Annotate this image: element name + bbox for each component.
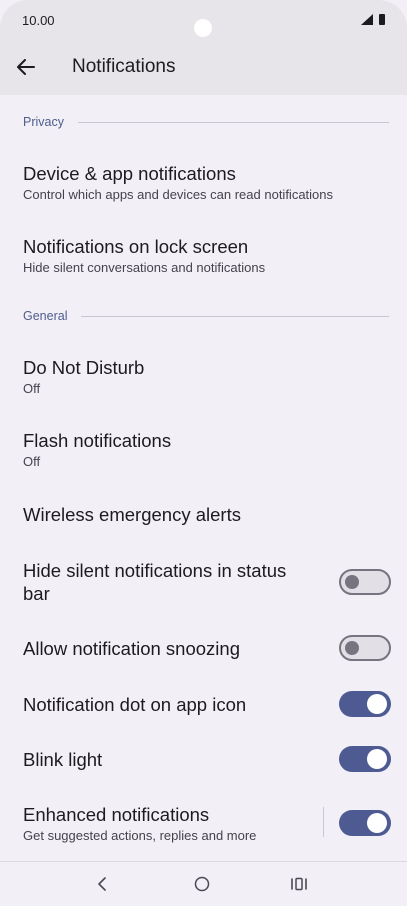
battery-icon bbox=[379, 14, 385, 25]
navigation-bar bbox=[0, 861, 407, 906]
item-title: Do Not Disturb bbox=[23, 357, 145, 378]
recents-icon bbox=[291, 877, 307, 891]
wireless-emergency-alerts-item[interactable]: Wireless emergency alerts bbox=[0, 493, 407, 538]
status-time: 10.00 bbox=[22, 13, 55, 28]
toggle-knob bbox=[367, 749, 387, 769]
item-title: Allow notification snoozing bbox=[23, 638, 240, 659]
chevron-left-icon bbox=[98, 877, 106, 891]
do-not-disturb-item[interactable]: Do Not Disturb Off bbox=[0, 345, 407, 407]
divider bbox=[81, 315, 389, 317]
divider bbox=[77, 121, 389, 123]
phone-screen: 10.00 Notifications Privacy Device & app… bbox=[0, 0, 407, 906]
signal-icon bbox=[361, 14, 373, 25]
item-subtitle: Off bbox=[23, 381, 41, 396]
vertical-divider bbox=[323, 807, 324, 837]
section-label: General bbox=[23, 309, 68, 323]
toggle-knob bbox=[345, 641, 359, 655]
item-title: Enhanced notifications bbox=[23, 804, 210, 825]
notification-dot-toggle[interactable] bbox=[339, 691, 391, 717]
blink-light-toggle[interactable] bbox=[339, 746, 391, 772]
item-title: Wireless emergency alerts bbox=[23, 504, 241, 525]
item-title: Flash notifications bbox=[23, 430, 172, 451]
nav-recents-button[interactable] bbox=[287, 872, 311, 896]
enhanced-notifications-toggle[interactable] bbox=[339, 810, 391, 836]
item-subtitle: Off bbox=[23, 454, 41, 469]
item-subtitle: Hide silent conversations and notificati… bbox=[23, 260, 266, 275]
item-title-line-2: bar bbox=[23, 583, 50, 604]
item-title: Device & app notifications bbox=[23, 163, 236, 184]
circle-home-icon bbox=[194, 876, 210, 892]
hide-silent-notifications-item[interactable]: Hide silent notifications in status bar bbox=[0, 550, 407, 614]
item-title: Notification dot on app icon bbox=[23, 694, 247, 715]
notification-snoozing-item[interactable]: Allow notification snoozing bbox=[0, 625, 407, 673]
back-button[interactable] bbox=[10, 51, 42, 83]
item-title: Blink light bbox=[23, 749, 103, 770]
hide-silent-toggle[interactable] bbox=[339, 569, 391, 595]
settings-list: Privacy Device & app notifications Contr… bbox=[0, 95, 407, 861]
flash-notifications-item[interactable]: Flash notifications Off bbox=[0, 418, 407, 480]
enhanced-notifications-item[interactable]: Enhanced notifications Get suggested act… bbox=[0, 793, 407, 855]
nav-back-button[interactable] bbox=[90, 872, 114, 896]
section-header-general: General bbox=[23, 309, 389, 323]
page-title: Notifications bbox=[72, 56, 176, 77]
section-label: Privacy bbox=[23, 115, 64, 129]
arrow-left-icon bbox=[17, 59, 35, 75]
item-subtitle: Get suggested actions, replies and more bbox=[23, 828, 257, 843]
status-bar: 10.00 bbox=[0, 0, 407, 40]
snoozing-toggle[interactable] bbox=[339, 635, 391, 661]
app-bar: Notifications bbox=[0, 40, 407, 95]
section-header-privacy: Privacy bbox=[23, 115, 389, 129]
item-title-line-1: Hide silent notifications in status bbox=[23, 560, 287, 581]
item-subtitle: Control which apps and devices can read … bbox=[23, 187, 334, 202]
lock-screen-notifications-item[interactable]: Notifications on lock screen Hide silent… bbox=[0, 224, 407, 286]
camera-cutout bbox=[194, 19, 212, 37]
item-title: Notifications on lock screen bbox=[23, 236, 249, 257]
blink-light-item[interactable]: Blink light bbox=[0, 736, 407, 784]
notification-dot-item[interactable]: Notification dot on app icon bbox=[0, 681, 407, 729]
toggle-knob bbox=[367, 694, 387, 714]
device-app-notifications-item[interactable]: Device & app notifications Control which… bbox=[0, 151, 407, 213]
toggle-knob bbox=[367, 813, 387, 833]
nav-home-button[interactable] bbox=[190, 872, 214, 896]
toggle-knob bbox=[345, 575, 359, 589]
status-icons bbox=[361, 14, 385, 25]
